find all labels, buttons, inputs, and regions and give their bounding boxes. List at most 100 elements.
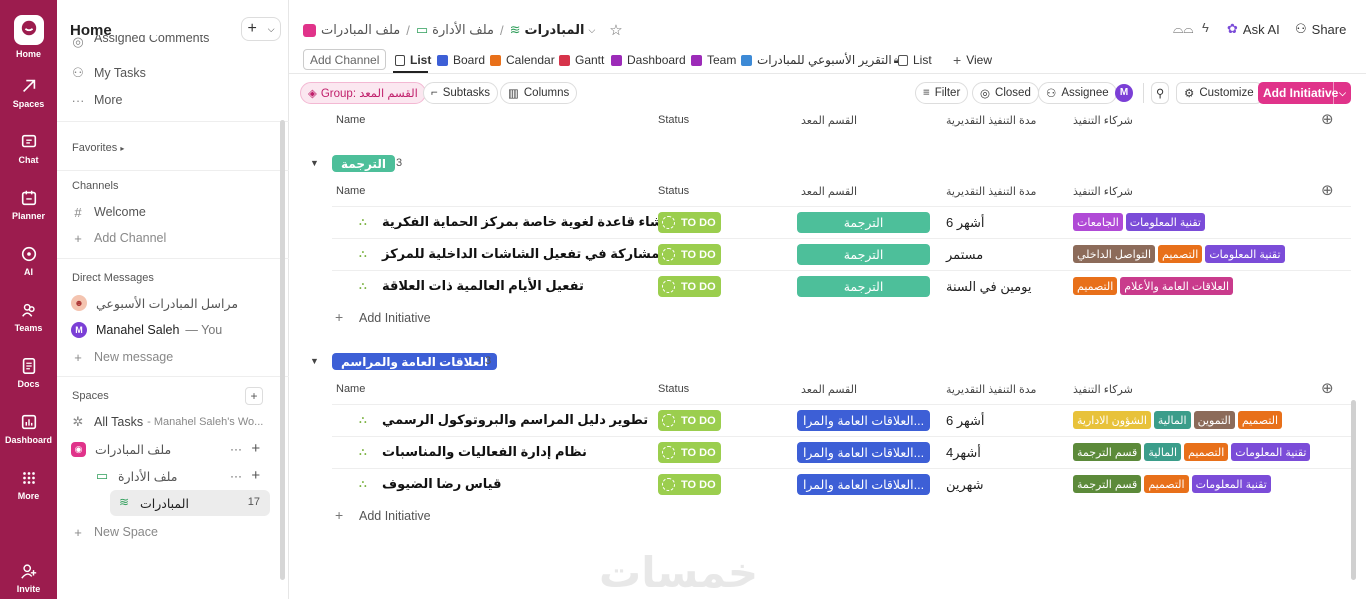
main-scrollbar[interactable] bbox=[1351, 400, 1356, 580]
favorites-header[interactable]: Favorites ▸ bbox=[72, 142, 124, 154]
partner-tag[interactable]: تقنية المعلومات bbox=[1231, 443, 1311, 461]
sidebar-scrollbar[interactable] bbox=[280, 120, 285, 580]
status-badge[interactable]: TO DO bbox=[658, 410, 721, 431]
partner-tag[interactable]: التصميم bbox=[1158, 245, 1203, 263]
closed-toggle[interactable]: ◎ Closed bbox=[972, 82, 1039, 104]
sidebar-assigned-comments[interactable]: ◎ Assigned Comments bbox=[71, 35, 209, 49]
ask-ai-button[interactable]: ✿ Ask AI bbox=[1227, 21, 1280, 37]
partner-tag[interactable]: الشؤون الادارية bbox=[1073, 411, 1151, 429]
tab-team[interactable]: Team bbox=[691, 51, 736, 69]
sidebar-my-tasks[interactable]: ⚇ My Tasks bbox=[71, 62, 146, 84]
dept-badge[interactable]: الترجمة bbox=[797, 276, 930, 297]
star-icon[interactable]: ☆ bbox=[609, 21, 622, 39]
table-row[interactable]: ⛬ تطوير دليل المراسم والبروتوكول الرسمي TO… bbox=[332, 404, 1351, 435]
dm-weekly-reporter[interactable]: ☻ مراسل المبادرات الأسبوعي bbox=[71, 292, 238, 314]
rail-dashboards[interactable]: Dashboard bbox=[0, 413, 57, 445]
create-button[interactable]: + ⌵ bbox=[241, 17, 281, 41]
tab-weekly-report[interactable]: التقرير الأسبوعي للمبادرات 🔒︎ bbox=[741, 51, 899, 69]
share-button[interactable]: ⚇ Share bbox=[1295, 21, 1346, 37]
list-initiatives-selected[interactable]: ≋ المبادرات 17 bbox=[110, 490, 270, 516]
rail-teams[interactable]: Teams bbox=[0, 301, 57, 333]
filter-button[interactable]: ≡ Filter bbox=[915, 82, 969, 104]
task-name[interactable]: إنشاء قاعدة لغوية خاصة بمركز الحماية الف… bbox=[382, 214, 673, 230]
dept-badge[interactable]: الترجمة bbox=[797, 212, 930, 233]
tab-list-2[interactable]: List bbox=[898, 51, 932, 69]
task-name[interactable]: تطوير دليل المراسم والبروتوكول الرسمي bbox=[382, 412, 648, 428]
partner-tag[interactable]: التصميم bbox=[1184, 443, 1229, 461]
partner-tag[interactable]: التصميم bbox=[1237, 411, 1283, 429]
status-badge[interactable]: TO DO bbox=[658, 212, 721, 233]
breadcrumb-list[interactable]: المبادرات bbox=[525, 22, 585, 38]
customize-button[interactable]: ⚙ Customize bbox=[1176, 82, 1262, 104]
table-row[interactable]: ⛬ نظام إدارة الفعاليات والمناسبات TO DO الع… bbox=[332, 436, 1351, 467]
breadcrumb-folder[interactable]: ملف الأدارة bbox=[432, 22, 494, 38]
partner-tag[interactable]: التموين bbox=[1193, 411, 1235, 429]
search-button[interactable]: ⚲ bbox=[1151, 82, 1170, 104]
add-column-icon[interactable]: ⊕ bbox=[1321, 110, 1334, 128]
assignee-button[interactable]: ⚇ Assignee bbox=[1038, 82, 1117, 104]
avatar[interactable]: M bbox=[1115, 84, 1133, 102]
add-space-button[interactable]: + bbox=[245, 387, 263, 405]
partner-tag[interactable]: التصميم bbox=[1144, 475, 1189, 493]
tab-dashboard[interactable]: Dashboard bbox=[611, 51, 686, 69]
task-name[interactable]: تفعيل الأيام العالمية ذات العلاقة bbox=[382, 278, 584, 294]
partner-tag[interactable]: تقنية المعلومات bbox=[1191, 475, 1271, 493]
partner-tag[interactable]: تقنية المعلومات bbox=[1125, 213, 1205, 231]
new-message-link[interactable]: + New message bbox=[71, 346, 173, 368]
channel-welcome[interactable]: # Welcome bbox=[71, 201, 146, 223]
table-row[interactable]: ⛬ تفعيل الأيام العالمية ذات العلاقة TO DO ا… bbox=[332, 270, 1351, 301]
dept-badge[interactable]: العلاقات العامة والمرا... bbox=[797, 474, 930, 495]
partner-tag[interactable]: التواصل الداخلي bbox=[1073, 245, 1156, 263]
group-tag[interactable]: العلاقات العامة والمراسم bbox=[332, 353, 498, 370]
rail-planner[interactable]: Planner bbox=[0, 189, 57, 221]
caret-down-icon[interactable]: ▼ bbox=[310, 356, 319, 366]
partner-tag[interactable]: العلاقات العامة والأعلام bbox=[1120, 277, 1234, 295]
rail-invite[interactable]: Invite bbox=[0, 562, 57, 594]
rail-more[interactable]: More bbox=[0, 469, 57, 501]
status-badge[interactable]: TO DO bbox=[658, 276, 721, 297]
table-row[interactable]: ⛬ قياس رضا الضيوف TO DO العلاقات العامة وال… bbox=[332, 468, 1351, 499]
status-badge[interactable]: TO DO bbox=[658, 474, 721, 495]
partner-tag[interactable]: المالية bbox=[1153, 411, 1191, 429]
glasses-icon[interactable]: ⌓⌓ bbox=[1173, 21, 1194, 37]
add-column-icon[interactable]: ⊕ bbox=[1321, 181, 1334, 199]
new-space-link[interactable]: + New Space bbox=[71, 521, 158, 543]
caret-down-icon[interactable]: ▼ bbox=[310, 158, 319, 168]
breadcrumb-space[interactable]: ملف المبادرات bbox=[321, 22, 400, 38]
dept-badge[interactable]: الترجمة bbox=[797, 244, 930, 265]
partner-tag[interactable]: تقنية المعلومات bbox=[1205, 245, 1285, 263]
partner-tag[interactable]: قسم الترجمة bbox=[1073, 443, 1142, 461]
partner-tag[interactable]: المالية bbox=[1144, 443, 1181, 461]
subtasks-button[interactable]: ⌐ Subtasks bbox=[423, 82, 499, 104]
rail-ai[interactable]: AI bbox=[0, 245, 57, 277]
tab-list[interactable]: List bbox=[395, 51, 431, 69]
space-actions[interactable]: ··· + bbox=[230, 440, 260, 457]
columns-button[interactable]: ▥ Columns bbox=[500, 82, 578, 104]
dm-self[interactable]: M Manahel Saleh — You bbox=[71, 319, 222, 341]
partner-tag[interactable]: الجامعات bbox=[1073, 213, 1123, 231]
tab-gantt[interactable]: Gantt bbox=[559, 51, 604, 69]
group-by-button[interactable]: ◈ Group: القسم المعد bbox=[300, 82, 426, 104]
dept-badge[interactable]: العلاقات العامة والمرا... bbox=[797, 442, 930, 463]
lightning-icon[interactable]: ϟ bbox=[1202, 20, 1209, 35]
folder-actions[interactable]: ··· + bbox=[230, 467, 260, 484]
task-name[interactable]: قياس رضا الضيوف bbox=[382, 476, 502, 492]
rail-docs[interactable]: Docs bbox=[0, 357, 57, 389]
rail-spaces[interactable]: Spaces bbox=[0, 77, 57, 109]
chevron-down-icon[interactable]: ⌵ bbox=[588, 25, 595, 36]
tab-calendar[interactable]: Calendar bbox=[490, 51, 555, 69]
table-row[interactable]: ⛬ المشاركة في تفعيل الشاشات الداخلية للمر… bbox=[332, 238, 1351, 269]
task-name[interactable]: نظام إدارة الفعاليات والمناسبات bbox=[382, 444, 587, 460]
tab-board[interactable]: Board bbox=[437, 51, 485, 69]
status-badge[interactable]: TO DO bbox=[658, 442, 721, 463]
add-channel-button[interactable]: Add Channel bbox=[303, 49, 387, 70]
sidebar-more[interactable]: ··· More bbox=[71, 89, 123, 111]
add-view-button[interactable]: + View bbox=[953, 51, 992, 69]
all-tasks[interactable]: ✲ All Tasks - Manahel Saleh's Wo... bbox=[71, 411, 264, 433]
status-badge[interactable]: TO DO bbox=[658, 244, 721, 265]
add-initiative-row[interactable]: + Add Initiative bbox=[335, 309, 431, 325]
rail-chat[interactable]: Chat bbox=[0, 133, 57, 165]
rail-home[interactable]: Home bbox=[0, 15, 57, 59]
partner-tag[interactable]: التصميم bbox=[1073, 277, 1118, 295]
folder-admin-file[interactable]: ▭ ملف الأدارة bbox=[95, 465, 178, 487]
